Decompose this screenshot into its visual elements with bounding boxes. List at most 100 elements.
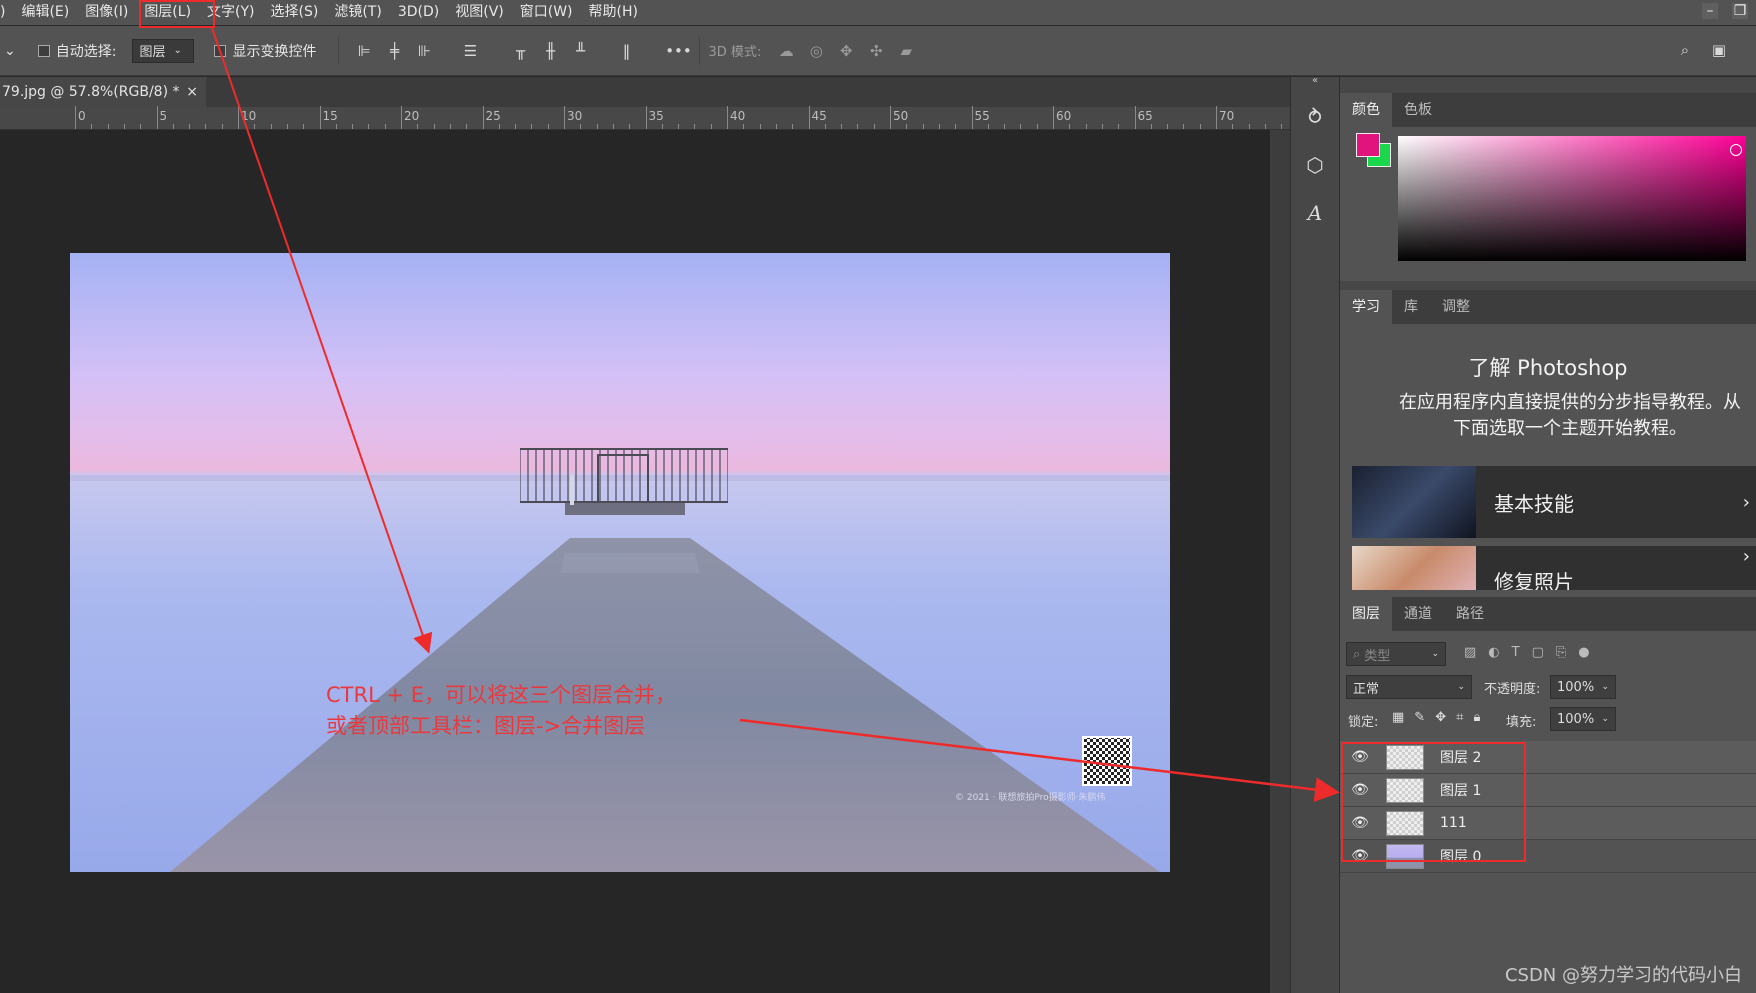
menu-image[interactable]: 图像(I) xyxy=(77,0,136,25)
minimize-icon[interactable]: – xyxy=(1702,3,1718,19)
ruler-minor-tick xyxy=(857,124,859,129)
search-icon[interactable]: ⌕ xyxy=(1676,41,1694,59)
menu-window[interactable]: 窗口(W) xyxy=(512,0,581,25)
align-middle-v-icon[interactable]: ╫ xyxy=(541,42,559,60)
tab-swatches[interactable]: 色板 xyxy=(1392,93,1444,127)
lock-label: 锁定: xyxy=(1348,715,1379,730)
slide-3d-icon[interactable]: ✣ xyxy=(867,42,885,60)
tool-preset-chevron-icon[interactable]: ⌄ xyxy=(4,43,16,59)
fill-field[interactable]: 100% ⌄ xyxy=(1550,707,1616,731)
document-tab[interactable]: 79.jpg @ 57.8%(RGB/8) * × xyxy=(0,77,206,107)
type-filter-icon[interactable]: T xyxy=(1512,645,1520,660)
camera-3d-icon[interactable]: ▰ xyxy=(897,42,915,60)
vertical-scrollbar[interactable] xyxy=(1270,130,1290,993)
distribute-v-icon[interactable]: ☰ xyxy=(461,42,479,60)
lock-image-icon[interactable]: ✎ xyxy=(1414,710,1425,725)
close-icon[interactable]: × xyxy=(186,84,198,100)
menu-view[interactable]: 视图(V) xyxy=(447,0,512,25)
lock-position-icon[interactable]: ✥ xyxy=(1435,710,1446,725)
drag-3d-icon[interactable]: ✥ xyxy=(837,42,855,60)
checkbox-icon[interactable] xyxy=(214,44,227,57)
3d-tools-group: ☁ ◎ ✥ ✣ ▰ xyxy=(777,42,915,60)
pixel-filter-icon[interactable]: ▨ xyxy=(1464,645,1476,660)
align-bottom-icon[interactable]: ╨ xyxy=(571,42,589,60)
ruler-label: 5 xyxy=(159,109,168,123)
tab-paths[interactable]: 路径 xyxy=(1444,597,1496,631)
ruler-minor-tick xyxy=(547,124,549,129)
ruler-minor-tick xyxy=(107,124,109,129)
collapse-panels-icon[interactable]: « xyxy=(1291,75,1339,86)
align-right-icon[interactable]: ⊪ xyxy=(415,42,433,60)
ruler-minor-tick xyxy=(189,124,191,129)
ruler-minor-tick xyxy=(449,124,451,129)
menu-select[interactable]: 选择(S) xyxy=(263,0,327,25)
orbit-3d-icon[interactable]: ☁ xyxy=(777,42,795,60)
lock-artboard-icon[interactable]: ⌗ xyxy=(1456,710,1463,725)
menu-filter[interactable]: 滤镜(T) xyxy=(326,0,389,25)
tab-channels[interactable]: 通道 xyxy=(1392,597,1444,631)
history-panel-icon[interactable]: ⥁ xyxy=(1299,100,1331,134)
ruler-label: 70 xyxy=(1219,109,1235,123)
filter-toggle-icon[interactable]: ● xyxy=(1578,645,1589,660)
ruler-major-tick xyxy=(564,106,565,129)
ruler-label: 25 xyxy=(485,109,501,123)
ruler-label: 50 xyxy=(893,109,909,123)
show-transform-checkbox[interactable]: 显示变换控件 xyxy=(214,41,316,61)
card-label: 基本技能 xyxy=(1494,491,1574,516)
lock-transparent-icon[interactable]: ▦ xyxy=(1392,710,1404,725)
blend-mode-dropdown[interactable]: 正常 ⌄ xyxy=(1346,675,1472,699)
color-picker-field[interactable] xyxy=(1398,136,1746,261)
align-left-icon[interactable]: ⊫ xyxy=(355,42,373,60)
auto-select-checkbox[interactable]: 自动选择: xyxy=(37,41,116,61)
tab-color[interactable]: 颜色 xyxy=(1340,93,1392,127)
workspace-icon[interactable]: ▣ xyxy=(1710,41,1728,59)
ruler-label: 60 xyxy=(1056,109,1072,123)
canvas-area[interactable]: © 2021 · 联想旅拍Pro摄影师·朱鹏伟 xyxy=(0,130,1300,993)
menu-edit[interactable]: 编辑(E) xyxy=(13,0,77,25)
learn-card-basic-skills[interactable]: 基本技能 › xyxy=(1352,466,1756,538)
opacity-label: 不透明度: xyxy=(1484,682,1541,697)
ruler-minor-tick xyxy=(661,124,663,129)
ruler-major-tick xyxy=(319,106,321,129)
align-center-h-icon[interactable]: ╪ xyxy=(385,42,403,60)
ruler-label: 20 xyxy=(404,109,420,123)
ruler-minor-tick xyxy=(841,124,843,129)
tab-learn[interactable]: 学习 xyxy=(1340,290,1392,324)
highlight-box-layer-menu xyxy=(139,0,215,28)
shape-filter-icon[interactable]: ▢ xyxy=(1532,645,1544,660)
ruler-label: 40 xyxy=(730,109,746,123)
character-panel-icon[interactable]: A xyxy=(1299,196,1331,230)
ruler-major-tick xyxy=(808,106,810,129)
chevron-right-icon: › xyxy=(1742,491,1750,513)
tab-libraries[interactable]: 库 xyxy=(1392,290,1430,324)
show-transform-label: 显示变换控件 xyxy=(232,43,317,60)
ruler-minor-tick xyxy=(384,124,386,129)
divider xyxy=(699,36,701,65)
ruler-major-tick xyxy=(645,106,647,129)
adjustment-filter-icon[interactable]: ◐ xyxy=(1488,645,1499,660)
menu-help[interactable]: 帮助(H) xyxy=(581,0,646,25)
learn-card-fix-photos[interactable]: 修复照片 › xyxy=(1352,546,1756,590)
document-image[interactable]: © 2021 · 联想旅拍Pro摄影师·朱鹏伟 xyxy=(70,253,1170,872)
tab-adjustments[interactable]: 调整 xyxy=(1430,290,1482,324)
checkbox-icon[interactable] xyxy=(37,44,50,57)
more-options-icon[interactable]: ••• xyxy=(665,42,692,60)
opacity-field[interactable]: 100% ⌄ xyxy=(1550,675,1616,699)
restore-icon[interactable]: ❐ xyxy=(1732,3,1748,19)
ruler-major-tick xyxy=(890,106,891,129)
ruler-minor-tick xyxy=(987,124,989,129)
align-top-icon[interactable]: ╥ xyxy=(511,42,529,60)
tab-layers[interactable]: 图层 xyxy=(1340,597,1392,631)
foreground-color-swatch[interactable] xyxy=(1356,133,1380,157)
menu-3d[interactable]: 3D(D) xyxy=(390,0,447,25)
layer-filter-dropdown[interactable]: ⌕ 类型 ⌄ xyxy=(1346,642,1446,666)
annotation-line1: CTRL + E，可以将这三个图层合并， xyxy=(326,683,676,707)
smart-object-filter-icon[interactable]: ⎘ xyxy=(1556,645,1566,660)
ruler-minor-tick xyxy=(1199,124,1201,129)
roll-3d-icon[interactable]: ◎ xyxy=(807,42,825,60)
color-picker-handle[interactable] xyxy=(1730,144,1742,156)
3d-panel-icon[interactable]: ⬡ xyxy=(1299,148,1331,182)
auto-select-dropdown[interactable]: 图层 ⌄ xyxy=(132,38,195,63)
lock-all-icon[interactable]: 🔒︎ xyxy=(1473,710,1480,725)
distribute-h-icon[interactable]: ‖ xyxy=(617,42,635,60)
